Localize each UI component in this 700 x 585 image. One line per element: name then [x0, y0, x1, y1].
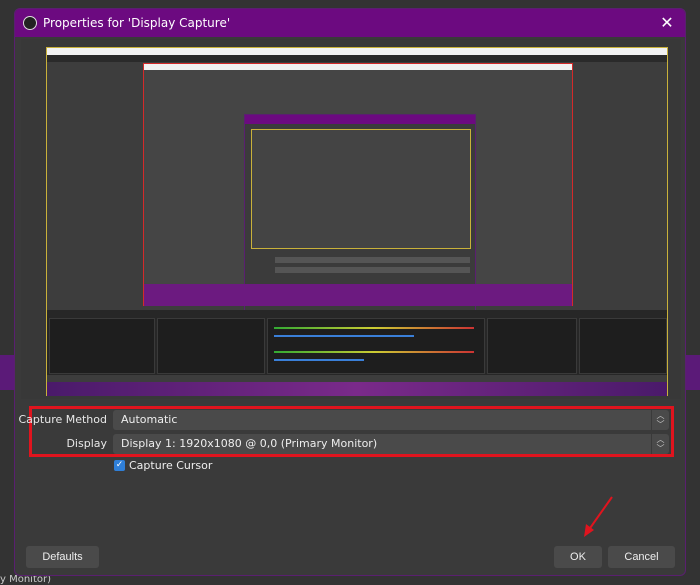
red-arrow-annotation [584, 496, 613, 537]
